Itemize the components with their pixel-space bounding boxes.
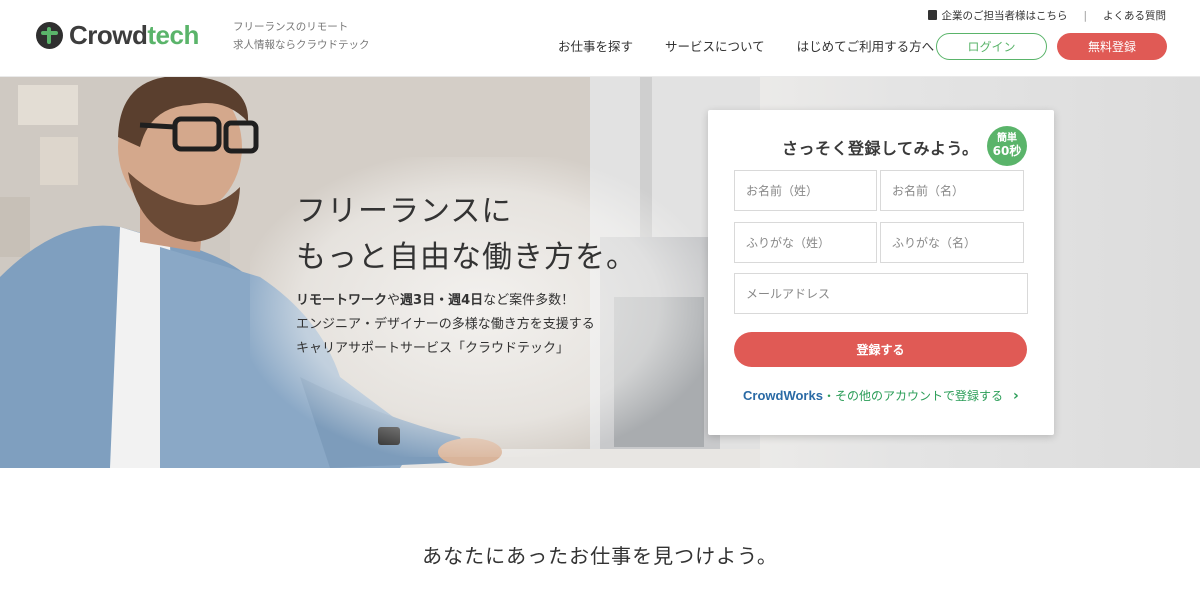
logo-text-green: tech [147, 19, 199, 50]
first-name-field[interactable]: お名前（名） [880, 170, 1024, 211]
hero-text-many: など案件多数！ [483, 293, 575, 308]
nav-item-about-service[interactable]: サービスについて [665, 38, 765, 56]
logo-wordmark: Crowdtech [69, 20, 199, 51]
hero-description-line-1: リモートワークや週3日・週4日など案件多数！ [296, 289, 595, 313]
corporate-link[interactable]: 企業のご担当者様はこちら [928, 8, 1067, 23]
badge-line-2: 60秒 [992, 144, 1022, 158]
chevron-right-icon: › [1012, 387, 1019, 404]
login-button[interactable]: ログイン [936, 33, 1047, 60]
top-links: 企業のご担当者様はこちら | よくある質問 [928, 8, 1166, 23]
faq-link[interactable]: よくある質問 [1103, 8, 1166, 23]
tagline-line-1: フリーランスのリモート [233, 21, 349, 33]
nav-item-first-time[interactable]: はじめてご利用する方へ [797, 38, 935, 56]
hero-highlight-days: 週3日・週4日 [400, 293, 484, 308]
logo-text-dark: Crowd [69, 19, 148, 50]
hero-description-line-3: キャリアサポートサービス「クラウドテック」 [296, 341, 570, 356]
easy-60sec-badge: 簡単 60秒 [987, 126, 1027, 166]
site-header: Crowdtech フリーランスのリモート 求人情報ならクラウドテック 企業のご… [0, 0, 1200, 77]
hero-highlight-remote: リモートワーク [296, 293, 388, 308]
crowdworks-link-label: ・その他のアカウントで登録する [822, 389, 1003, 403]
corporate-link-label: 企業のご担当者様はこちら [941, 10, 1068, 22]
hero-description-line-2: エンジニア・デザイナーの多様な働き方を支援する [296, 317, 595, 332]
nav-item-find-jobs[interactable]: お仕事を探す [558, 38, 633, 56]
section-title: あなたにあったお仕事を見つけよう。 [422, 544, 778, 568]
logo-mark-icon [36, 21, 63, 49]
last-name-field[interactable]: お名前（姓） [734, 170, 877, 211]
crowdtech-logo[interactable]: Crowdtech [36, 20, 199, 50]
hero-text-ya: や [387, 293, 401, 308]
crowdworks-brand: CrowdWorks [743, 388, 823, 403]
top-links-separator: | [1083, 9, 1087, 22]
tagline-line-2: 求人情報ならクラウドテック [233, 39, 370, 51]
building-icon [928, 10, 938, 20]
email-field[interactable]: メールアドレス [734, 273, 1028, 314]
last-name-kana-field[interactable]: ふりがな（姓） [734, 222, 877, 263]
crowdworks-signup-link[interactable]: CrowdWorks ・その他のアカウントで登録する › [743, 387, 1019, 404]
hero-headline-line-2: もっと自由な働き方を。 [296, 240, 637, 275]
first-name-kana-field[interactable]: ふりがな（名） [880, 222, 1024, 263]
tagline: フリーランスのリモート 求人情報ならクラウドテック [233, 18, 370, 54]
registration-title: さっそく登録してみよう。 [782, 139, 979, 158]
registration-card: さっそく登録してみよう。 簡単 60秒 お名前（姓） お名前（名） ふりがな（姓… [708, 110, 1054, 435]
hero-headline-line-1: フリーランスに [296, 194, 513, 229]
signup-button[interactable]: 無料登録 [1057, 33, 1167, 60]
hero-description: リモートワークや週3日・週4日など案件多数！ エンジニア・デザイナーの多様な働き… [296, 289, 595, 361]
register-button[interactable]: 登録する [734, 332, 1027, 367]
main-nav: お仕事を探す サービスについて はじめてご利用する方へ [558, 38, 966, 56]
hero-headline: フリーランスに もっと自由な働き方を。 [296, 189, 637, 281]
